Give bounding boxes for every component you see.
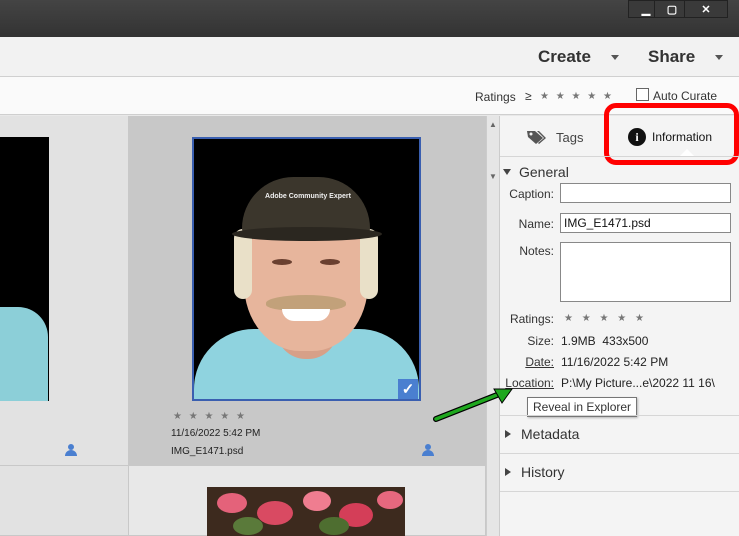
photo-thumbnail[interactable] — [207, 487, 405, 536]
tooltip: Reveal in Explorer — [527, 397, 638, 417]
eye-shape — [272, 259, 292, 265]
smile-shape — [282, 309, 330, 321]
chevron-down-icon — [715, 54, 724, 60]
close-button[interactable]: ✕ — [684, 0, 728, 18]
photo-grid: Adobe Community Expert ✓ ★ ★ ★ ★ ★ 11/16… — [0, 116, 486, 536]
photo-date: 11/16/2022 5:42 PM — [171, 428, 261, 439]
caption-field[interactable] — [560, 183, 731, 203]
eye-shape — [320, 259, 340, 265]
name-label: Name: — [518, 217, 554, 231]
date-label[interactable]: Date: — [500, 355, 554, 369]
menu-bar: Create Share — [0, 37, 739, 77]
person-icon — [64, 444, 78, 456]
divider — [500, 491, 739, 492]
title-bar: ▁ ▢ ✕ — [0, 0, 739, 37]
rating-filter-stars[interactable]: ★ ★ ★ ★ ★ — [540, 91, 614, 102]
divider — [500, 415, 739, 416]
divider — [500, 453, 739, 454]
share-menu[interactable]: Share — [648, 47, 724, 67]
scroll-up-icon[interactable]: ▲ — [489, 120, 497, 129]
size-value: 1.9MB 433x500 — [561, 334, 649, 348]
caption-label: Caption: — [509, 187, 554, 201]
ratings-label: Ratings: — [509, 312, 554, 326]
photo-rating-stars[interactable]: ★ ★ ★ ★ ★ — [173, 411, 247, 422]
general-section-header[interactable]: General — [503, 164, 569, 180]
grid-cell[interactable] — [0, 116, 129, 466]
divider — [500, 156, 739, 157]
history-section-header[interactable]: History — [505, 464, 565, 480]
tab-information-label[interactable]: Information — [652, 130, 712, 144]
photo-thumbnail[interactable]: Adobe Community Expert ✓ — [192, 137, 421, 401]
person-icon — [421, 444, 435, 456]
info-panel: Tags i Information General Caption: Name… — [500, 103, 739, 536]
general-label: General — [519, 164, 569, 180]
date-value: 11/16/2022 5:42 PM — [561, 355, 669, 369]
photo-filename: IMG_E1471.psd — [171, 446, 244, 457]
location-value: P:\My Picture...e\2022 11 16\ — [561, 376, 715, 390]
shirt-shape — [0, 307, 48, 401]
chevron-down-icon — [610, 54, 619, 60]
create-label[interactable]: Create — [538, 47, 591, 67]
gte-symbol: ≥ — [525, 89, 532, 103]
chevron-down-icon — [503, 169, 511, 175]
notes-field[interactable] — [560, 242, 731, 302]
history-label: History — [521, 464, 565, 480]
ratings-filter-label: Ratings — [475, 90, 516, 104]
chevron-right-icon — [505, 468, 511, 476]
tab-tags[interactable]: Tags — [526, 126, 606, 148]
scroll-down-icon[interactable]: ▼ — [489, 172, 497, 181]
share-label[interactable]: Share — [648, 47, 695, 67]
cap-brim-shape — [232, 227, 382, 241]
notes-label: Notes: — [519, 244, 554, 258]
auto-curate-checkbox[interactable] — [636, 88, 649, 101]
tab-tags-label[interactable]: Tags — [556, 130, 583, 145]
rating-stars[interactable]: ★ ★ ★ ★ ★ — [564, 313, 647, 324]
grid-scrollbar[interactable]: ▲ ▼ — [486, 116, 500, 536]
grid-cell[interactable] — [0, 466, 129, 536]
checkmark-icon[interactable]: ✓ — [398, 379, 418, 399]
annotation-arrow — [433, 388, 513, 422]
auto-curate-label: Auto Curate — [653, 89, 718, 103]
metadata-label: Metadata — [521, 426, 580, 442]
tab-pointer — [680, 149, 694, 156]
cap-text: Adobe Community Expert — [265, 193, 351, 200]
tab-information[interactable]: i Information — [628, 126, 732, 148]
name-field[interactable]: IMG_E1471.psd — [560, 213, 731, 233]
info-icon: i — [628, 128, 646, 146]
chevron-right-icon — [505, 430, 511, 438]
grid-cell[interactable] — [129, 466, 486, 536]
metadata-section-header[interactable]: Metadata — [505, 426, 579, 442]
hair-shape — [234, 229, 252, 299]
create-menu[interactable]: Create — [538, 47, 619, 67]
size-label: Size: — [527, 334, 554, 348]
tag-icon — [527, 131, 546, 144]
hair-shape — [360, 229, 378, 299]
photo-thumbnail[interactable] — [0, 137, 49, 401]
